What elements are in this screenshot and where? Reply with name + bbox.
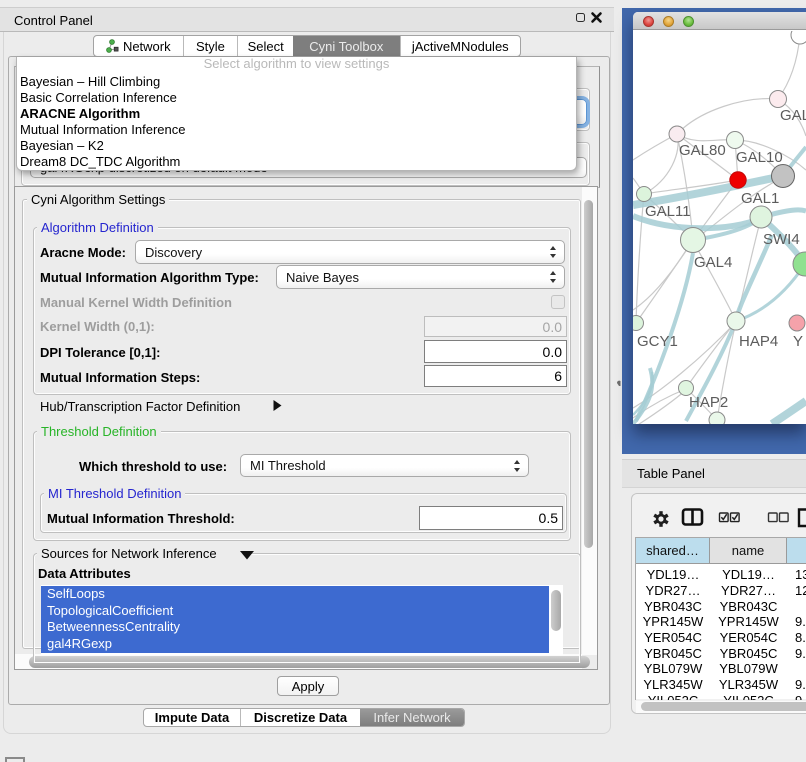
svg-text:HAP4: HAP4 — [739, 333, 778, 350]
svg-text:HAP2: HAP2 — [689, 394, 728, 411]
svg-text:GCY1: GCY1 — [637, 333, 678, 350]
svg-text:SWI4: SWI4 — [763, 231, 800, 248]
svg-text:Y: Y — [793, 333, 803, 350]
svg-text:GAL80: GAL80 — [679, 142, 726, 159]
svg-text:GAL10: GAL10 — [736, 149, 783, 166]
svg-text:GAL1: GAL1 — [741, 190, 779, 207]
svg-text:GAL11: GAL11 — [645, 203, 691, 220]
svg-text:GAL: GAL — [780, 107, 806, 124]
svg-text:GAL4: GAL4 — [694, 254, 732, 271]
